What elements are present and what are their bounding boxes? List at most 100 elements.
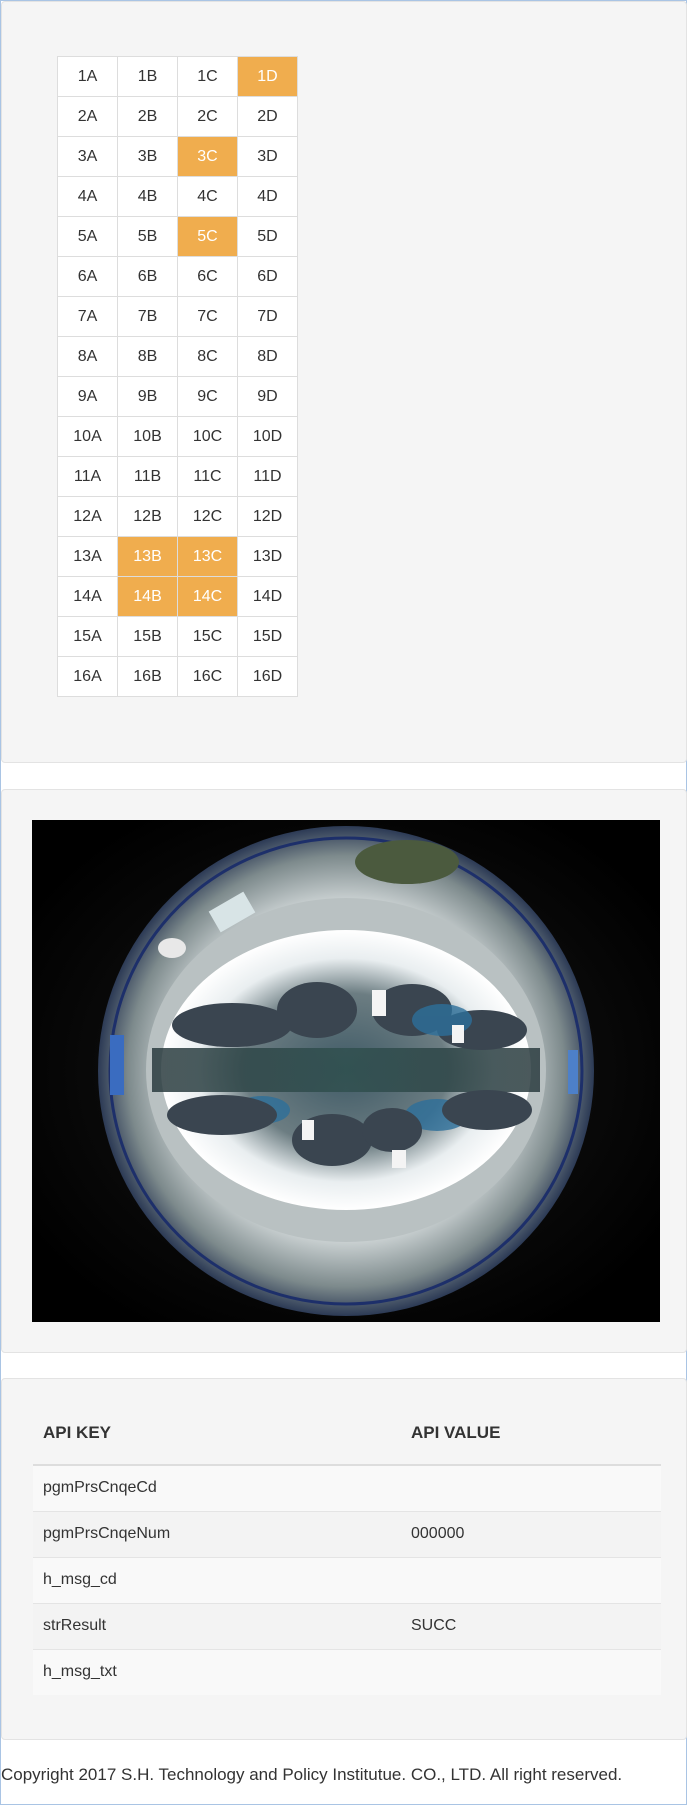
seat-cell[interactable]: 3B bbox=[117, 136, 178, 177]
seat-map-grid: 1A 1B 1C 1D 2A 2B 2C 2D 3A 3B 3C 3D 4A 4B 4C 4D 5A 5B 5C 5D… bbox=[57, 56, 298, 697]
seat-cell[interactable]: 10A bbox=[57, 416, 118, 457]
seat-cell[interactable]: 15D bbox=[237, 616, 298, 657]
seat-cell[interactable]: 14C bbox=[177, 576, 238, 617]
seat-cell[interactable]: 10D bbox=[237, 416, 298, 457]
seat-cell[interactable]: 4D bbox=[237, 176, 298, 217]
seat-cell[interactable]: 6B bbox=[117, 256, 178, 297]
seat-cell[interactable]: 14A bbox=[57, 576, 118, 617]
seat-cell[interactable]: 14B bbox=[117, 576, 178, 617]
seat-row: 13A 13B 13C 13D bbox=[57, 536, 298, 577]
api-value-cell bbox=[401, 1556, 661, 1603]
api-panel: API KEY API VALUE pgmPrsCnqeCd pgmPrsCnq… bbox=[1, 1378, 687, 1740]
seat-cell[interactable]: 10C bbox=[177, 416, 238, 457]
seat-cell[interactable]: 1D bbox=[237, 56, 298, 97]
seat-cell[interactable]: 15C bbox=[177, 616, 238, 657]
api-value-cell bbox=[401, 1648, 661, 1695]
seat-map-panel: 1A 1B 1C 1D 2A 2B 2C 2D 3A 3B 3C 3D 4A 4B 4C 4D 5A 5B 5C 5D… bbox=[1, 1, 687, 763]
api-table-row: strResult SUCC bbox=[33, 1602, 661, 1649]
seat-cell[interactable]: 16C bbox=[177, 656, 238, 697]
seat-cell[interactable]: 12A bbox=[57, 496, 118, 537]
seat-cell[interactable]: 4A bbox=[57, 176, 118, 217]
seat-row: 5A 5B 5C 5D bbox=[57, 216, 298, 257]
seat-cell[interactable]: 11B bbox=[117, 456, 178, 497]
seat-cell[interactable]: 9C bbox=[177, 376, 238, 417]
seat-cell[interactable]: 9B bbox=[117, 376, 178, 417]
seat-cell[interactable]: 13A bbox=[57, 536, 118, 577]
seat-cell[interactable]: 1C bbox=[177, 56, 238, 97]
api-value-header: API VALUE bbox=[401, 1401, 661, 1466]
seat-cell[interactable]: 5C bbox=[177, 216, 238, 257]
seat-cell[interactable]: 15A bbox=[57, 616, 118, 657]
seat-row: 3A 3B 3C 3D bbox=[57, 136, 298, 177]
seat-cell[interactable]: 8A bbox=[57, 336, 118, 377]
seat-row: 16A 16B 16C 16D bbox=[57, 656, 298, 697]
seat-cell[interactable]: 13B bbox=[117, 536, 178, 577]
seat-cell[interactable]: 13D bbox=[237, 536, 298, 577]
seat-cell[interactable]: 7A bbox=[57, 296, 118, 337]
seat-row: 9A 9B 9C 9D bbox=[57, 376, 298, 417]
seat-row: 10A 10B 10C 10D bbox=[57, 416, 298, 457]
api-value-cell bbox=[401, 1464, 661, 1511]
seat-cell[interactable]: 6C bbox=[177, 256, 238, 297]
seat-cell[interactable]: 12B bbox=[117, 496, 178, 537]
seat-cell[interactable]: 12D bbox=[237, 496, 298, 537]
seat-cell[interactable]: 7B bbox=[117, 296, 178, 337]
seat-cell[interactable]: 7C bbox=[177, 296, 238, 337]
seat-cell[interactable]: 15B bbox=[117, 616, 178, 657]
seat-cell[interactable]: 9D bbox=[237, 376, 298, 417]
seat-cell[interactable]: 2C bbox=[177, 96, 238, 137]
seat-row: 15A 15B 15C 15D bbox=[57, 616, 298, 657]
seat-row: 8A 8B 8C 8D bbox=[57, 336, 298, 377]
seat-cell[interactable]: 16D bbox=[237, 656, 298, 697]
seat-cell[interactable]: 13C bbox=[177, 536, 238, 577]
seat-cell[interactable]: 3D bbox=[237, 136, 298, 177]
seat-cell[interactable]: 11D bbox=[237, 456, 298, 497]
seat-cell[interactable]: 1B bbox=[117, 56, 178, 97]
seat-cell[interactable]: 11A bbox=[57, 456, 118, 497]
seat-cell[interactable]: 16A bbox=[57, 656, 118, 697]
api-key-cell: h_msg_cd bbox=[33, 1556, 401, 1603]
seat-cell[interactable]: 4B bbox=[117, 176, 178, 217]
seat-cell[interactable]: 16B bbox=[117, 656, 178, 697]
api-value-cell: SUCC bbox=[401, 1602, 661, 1649]
seat-row: 12A 12B 12C 12D bbox=[57, 496, 298, 537]
api-table-row: h_msg_cd bbox=[33, 1556, 661, 1603]
seat-cell[interactable]: 8C bbox=[177, 336, 238, 377]
seat-cell[interactable]: 7D bbox=[237, 296, 298, 337]
seat-cell[interactable]: 9A bbox=[57, 376, 118, 417]
seat-row: 1A 1B 1C 1D bbox=[57, 56, 298, 97]
seat-cell[interactable]: 8D bbox=[237, 336, 298, 377]
seat-row: 7A 7B 7C 7D bbox=[57, 296, 298, 337]
seat-cell[interactable]: 5A bbox=[57, 216, 118, 257]
api-key-cell: strResult bbox=[33, 1602, 401, 1649]
seat-cell[interactable]: 2A bbox=[57, 96, 118, 137]
seat-cell[interactable]: 12C bbox=[177, 496, 238, 537]
seat-cell[interactable]: 14D bbox=[237, 576, 298, 617]
api-table: API KEY API VALUE pgmPrsCnqeCd pgmPrsCnq… bbox=[33, 1401, 661, 1695]
seat-cell[interactable]: 3C bbox=[177, 136, 238, 177]
seat-cell[interactable]: 4C bbox=[177, 176, 238, 217]
seat-cell[interactable]: 5B bbox=[117, 216, 178, 257]
api-value-cell: 000000 bbox=[401, 1510, 661, 1557]
camera-image bbox=[32, 820, 660, 1322]
api-key-cell: pgmPrsCnqeNum bbox=[33, 1510, 401, 1557]
seat-cell[interactable]: 3A bbox=[57, 136, 118, 177]
seat-cell[interactable]: 2B bbox=[117, 96, 178, 137]
seat-cell[interactable]: 8B bbox=[117, 336, 178, 377]
seat-row: 6A 6B 6C 6D bbox=[57, 256, 298, 297]
seat-cell[interactable]: 2D bbox=[237, 96, 298, 137]
seat-row: 11A 11B 11C 11D bbox=[57, 456, 298, 497]
api-table-row: pgmPrsCnqeCd bbox=[33, 1464, 661, 1511]
fisheye-camera-image bbox=[32, 820, 660, 1322]
seat-cell[interactable]: 10B bbox=[117, 416, 178, 457]
seat-cell[interactable]: 1A bbox=[57, 56, 118, 97]
seat-cell[interactable]: 6D bbox=[237, 256, 298, 297]
camera-panel bbox=[1, 789, 687, 1353]
seat-row: 14A 14B 14C 14D bbox=[57, 576, 298, 617]
seat-row: 4A 4B 4C 4D bbox=[57, 176, 298, 217]
seat-cell[interactable]: 6A bbox=[57, 256, 118, 297]
api-table-header-row: API KEY API VALUE bbox=[33, 1401, 661, 1466]
seat-row: 2A 2B 2C 2D bbox=[57, 96, 298, 137]
seat-cell[interactable]: 5D bbox=[237, 216, 298, 257]
seat-cell[interactable]: 11C bbox=[177, 456, 238, 497]
